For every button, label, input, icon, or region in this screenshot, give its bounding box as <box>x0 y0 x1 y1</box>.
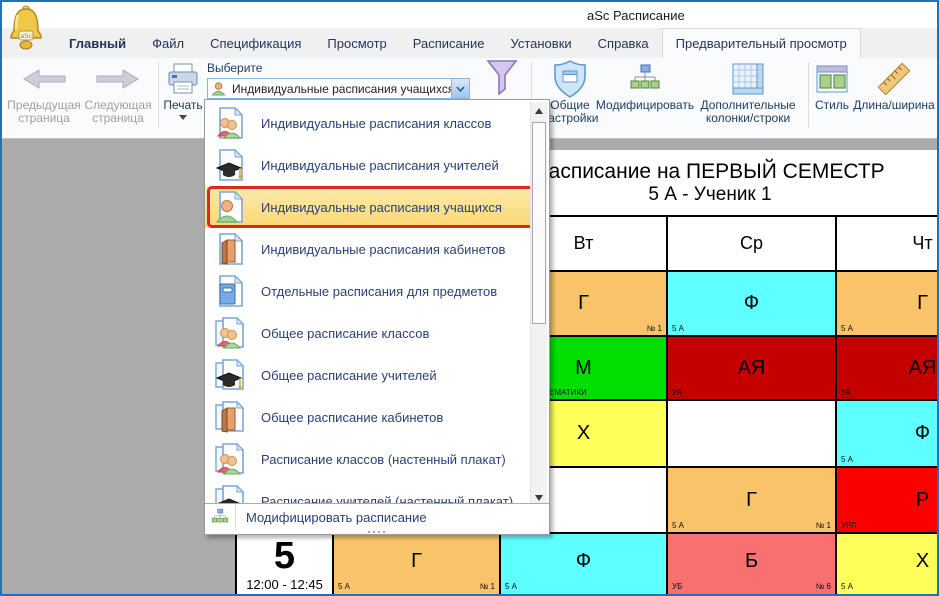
lesson-cell: Ф5 А <box>501 534 666 596</box>
style-label: Стиль <box>815 99 849 112</box>
tab-prosmotr[interactable]: Просмотр <box>314 28 399 58</box>
print-dropdown-caret-icon <box>179 115 187 120</box>
window-title: aSc Расписание <box>587 8 685 23</box>
scroll-up-button[interactable] <box>531 102 547 119</box>
previous-page-label: Предыдущая страница <box>7 99 81 125</box>
title-bar: aSc Расписание <box>2 2 937 28</box>
classes-documents-icon <box>213 316 247 350</box>
dropdown-item[interactable]: Общее расписание кабинетов <box>205 396 531 438</box>
subject-document-icon <box>213 274 247 308</box>
classrooms-documents-icon <box>213 400 247 434</box>
triangle-down-icon <box>535 495 543 501</box>
dropdown-item[interactable]: Общее расписание учителей <box>205 354 531 396</box>
period-cell: 5 12:00 - 12:45 <box>237 534 332 596</box>
extra-columns-rows-button[interactable]: Дополнительные колонки/строки <box>692 59 804 135</box>
tab-spravka[interactable]: Справка <box>585 28 662 58</box>
choose-label: Выберите <box>207 61 262 75</box>
next-page-label: Следующая страница <box>82 99 154 125</box>
combobox-value: Индивидуальные расписания учащихся <box>232 82 451 96</box>
svg-text:aSc: aSc <box>21 33 33 40</box>
lesson-cell: Г5 А№ 1 <box>334 534 499 596</box>
period-number: 5 <box>274 535 295 577</box>
student-icon <box>211 81 226 96</box>
modify-schedule-footer[interactable]: Модифицировать расписание <box>205 503 549 530</box>
org-chart-icon <box>629 59 661 99</box>
toolbar-separator <box>808 62 809 128</box>
grip-dots-icon <box>368 531 386 533</box>
asc-bell-logo-icon: aSc <box>8 4 44 50</box>
lesson-cell: АЯУА <box>837 337 939 399</box>
report-type-combobox[interactable]: Индивидуальные расписания учащихся <box>207 78 470 99</box>
previous-page-button[interactable]: Предыдущая страница <box>7 59 81 135</box>
teacher-document-icon <box>213 148 247 182</box>
report-type-dropdown: Индивидуальные расписания классов Индиви… <box>204 99 550 535</box>
print-button[interactable]: Печать <box>160 59 206 135</box>
classes-documents-icon <box>213 442 247 476</box>
lesson-cell: БУБ№ 6 <box>668 534 835 596</box>
funnel-icon <box>484 59 520 99</box>
arrow-right-icon <box>95 59 141 99</box>
extra-columns-rows-label: Дополнительные колонки/строки <box>692 99 804 125</box>
student-document-icon <box>213 190 247 224</box>
period-time: 12:00 - 12:45 <box>246 577 323 592</box>
tab-glavny[interactable]: Главный <box>56 28 139 58</box>
org-chart-icon <box>205 504 236 530</box>
lesson-cell: Г5 А <box>837 272 939 335</box>
tab-ustanovki[interactable]: Установки <box>497 28 584 58</box>
style-button[interactable]: Стиль <box>812 59 852 135</box>
dropdown-item[interactable]: Расписание классов (настенный плакат) <box>205 438 531 480</box>
lesson-cell <box>668 401 835 466</box>
app-window: aSc Расписание aSc Главный Файл Специфик… <box>0 0 939 596</box>
day-header-thu: Чт <box>837 217 939 270</box>
dropdown-scrollbar[interactable] <box>530 102 547 506</box>
triangle-up-icon <box>535 108 543 114</box>
shield-icon <box>552 59 588 99</box>
modify-button[interactable]: Модифицировать <box>594 59 696 135</box>
resize-grip[interactable] <box>205 530 549 534</box>
lesson-cell: АЯУА <box>668 337 835 399</box>
length-width-label: Длина/ширина <box>853 99 934 112</box>
dropdown-item[interactable]: Индивидуальные расписания кабинетов <box>205 228 531 270</box>
teachers-documents-icon <box>213 358 247 392</box>
day-header-wed: Ср <box>668 217 835 270</box>
lesson-cell: Х5 А <box>837 534 939 596</box>
next-page-button[interactable]: Следующая страница <box>82 59 154 135</box>
dropdown-item-selected[interactable]: Индивидуальные расписания учащихся <box>205 186 531 228</box>
classroom-document-icon <box>213 232 247 266</box>
ruler-icon <box>875 59 913 99</box>
scrollbar-thumb[interactable] <box>532 122 546 324</box>
dropdown-list: Индивидуальные расписания классов Индиви… <box>205 102 531 506</box>
printer-icon <box>166 59 200 99</box>
lesson-cell: Ф5 А <box>668 272 835 335</box>
print-label: Печать <box>163 99 202 112</box>
dropdown-item[interactable]: Индивидуальные расписания классов <box>205 102 531 144</box>
tab-raspisanie[interactable]: Расписание <box>400 28 498 58</box>
lesson-cell: РУРЛ <box>837 468 939 532</box>
dropdown-item[interactable]: Общее расписание классов <box>205 312 531 354</box>
class-document-icon <box>213 106 247 140</box>
dropdown-item[interactable]: Индивидуальные расписания учителей <box>205 144 531 186</box>
lesson-cell: Ф5 А <box>837 401 939 466</box>
dropdown-item[interactable]: Отдельные расписания для предметов <box>205 270 531 312</box>
toolbar-separator <box>158 62 159 128</box>
style-window-icon <box>815 59 849 99</box>
tab-fail[interactable]: Файл <box>139 28 197 58</box>
modify-schedule-label: Модифицировать расписание <box>246 510 427 525</box>
tab-predvaritelny-prosmotr[interactable]: Предварительный просмотр <box>662 28 861 58</box>
lesson-cell: Г5 А№ 1 <box>668 468 835 532</box>
tab-spetsifikatsiya[interactable]: Спецификация <box>197 28 314 58</box>
combobox-dropdown-button[interactable] <box>451 79 469 98</box>
menu-bar: Главный Файл Спецификация Просмотр Распи… <box>2 28 937 58</box>
modify-label: Модифицировать <box>596 99 694 112</box>
arrow-left-icon <box>21 59 67 99</box>
length-width-button[interactable]: Длина/ширина <box>852 59 936 135</box>
grid-icon <box>731 59 765 99</box>
